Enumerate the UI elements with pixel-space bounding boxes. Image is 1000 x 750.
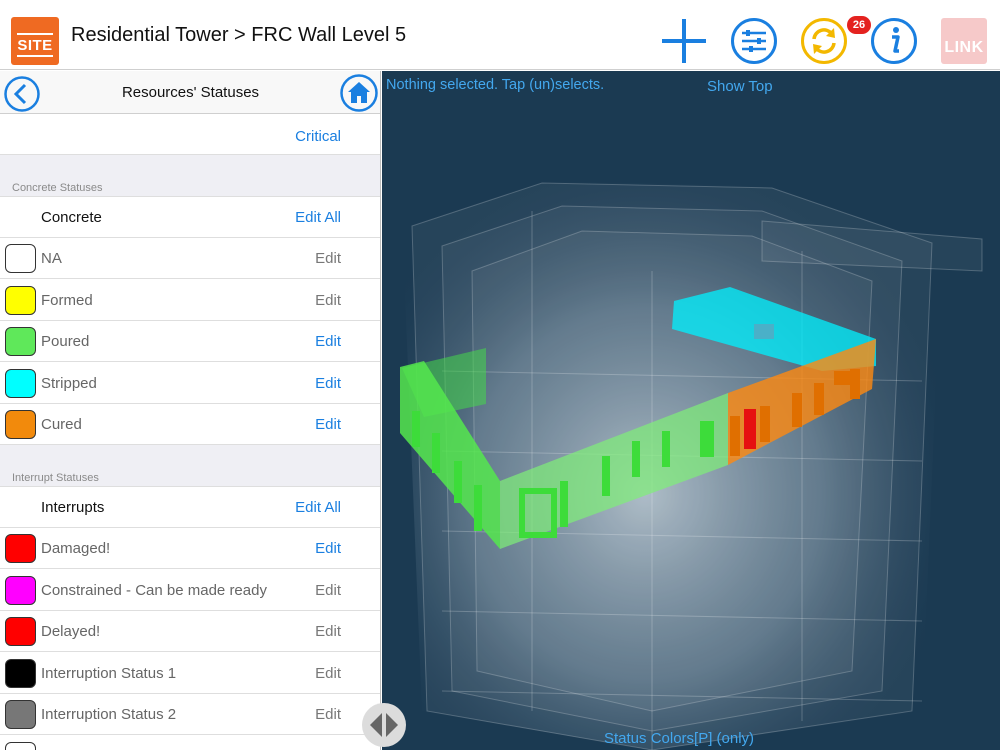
edit-status-button[interactable]: Edit [315,623,341,640]
status-row[interactable]: Interruption Status 2 Edit [0,694,380,735]
logo-text: SITE [17,37,53,54]
status-label: NA [41,250,62,267]
model-viewport[interactable]: Nothing selected. Tap (un)selects. Show … [382,71,1000,750]
edit-status-button[interactable]: Edit [315,416,341,433]
edit-status-button[interactable]: Edit [315,292,341,309]
edit-status-button[interactable]: Edit [315,333,341,350]
status-color-swatch[interactable] [5,244,36,273]
info-icon [871,18,917,64]
status-row[interactable]: Constrained - Can be made ready Edit [0,569,380,611]
sync-count-badge: 26 [847,16,871,34]
status-label: Stripped [41,374,97,392]
interrupt-section-header: Interrupt Statuses [0,445,380,487]
section-header-label: Interrupt Statuses [12,472,99,484]
status-label: Interruption Status 1 [41,664,177,682]
home-button[interactable] [340,74,378,112]
link-logo[interactable]: LINK [941,18,987,64]
concrete-section-header: Concrete Statuses [0,155,380,197]
info-button[interactable] [870,17,918,65]
top-bar: SITE Residential Tower > FRC Wall Level … [0,0,1000,70]
status-label: Constrained - Can be made ready [41,581,267,599]
status-swatch [5,742,36,750]
panel-nav-bar: Resources' Statuses [0,71,380,114]
logo-bar-top [17,33,53,35]
panel-collapse-handle[interactable] [362,703,406,747]
status-row[interactable]: Formed Edit [0,279,380,321]
sync-icon [801,18,847,64]
status-label: Formed [41,291,93,309]
status-row-partial [0,736,380,750]
status-row[interactable]: Poured Edit [0,321,380,362]
edit-status-button[interactable]: Edit [315,665,341,682]
critical-row[interactable]: Critical [0,114,380,155]
status-row[interactable]: NA Edit [0,238,380,279]
edit-status-button[interactable]: Edit [315,540,341,557]
group-label: Interrupts [41,499,105,516]
site-logo[interactable]: SITE [11,17,59,65]
filter-sliders-icon [731,18,777,64]
status-color-swatch[interactable] [5,700,36,729]
edit-status-button[interactable]: Edit [315,706,341,723]
sync-button[interactable] [800,17,848,65]
collapse-arrows-icon [370,713,398,737]
status-label: Poured [41,333,90,350]
status-color-swatch[interactable] [5,285,36,315]
edit-all-button[interactable]: Edit All [295,209,341,226]
home-icon [340,74,378,112]
status-row[interactable]: Cured Edit [0,404,380,445]
status-color-swatch[interactable] [5,575,36,605]
concrete-group-row: Concrete Edit All [0,197,380,238]
logo-bar-bottom [17,55,53,57]
status-label: Interruption Status 2 [41,706,177,723]
add-button[interactable] [660,17,708,65]
page-title: Residential Tower > FRC Wall Level 5 [71,24,407,46]
status-row[interactable]: Stripped Edit [0,362,380,404]
panel-title: Resources' Statuses [121,84,260,101]
critical-link[interactable]: Critical [295,128,341,145]
status-color-swatch[interactable] [5,534,36,563]
interrupts-group-row: Interrupts Edit All [0,487,380,528]
group-label: Concrete [41,209,102,226]
filter-button[interactable] [730,17,778,65]
edit-status-button[interactable]: Edit [315,582,341,599]
edit-all-button[interactable]: Edit All [295,499,341,516]
status-color-swatch[interactable] [5,327,36,356]
status-label: Delayed! [41,623,101,640]
status-color-swatch[interactable] [5,410,36,439]
status-label: Damaged! [41,540,111,557]
section-header-label: Concrete Statuses [12,182,103,194]
building-model-render [400,181,983,750]
status-row[interactable]: Interruption Status 1 Edit [0,652,380,694]
status-label: Cured [41,416,82,433]
edit-status-button[interactable]: Edit [315,375,341,392]
status-color-swatch[interactable] [5,658,36,688]
plus-icon [662,19,706,63]
edit-status-button[interactable]: Edit [315,250,341,267]
status-row[interactable]: Delayed! Edit [0,611,380,652]
status-color-swatch[interactable] [5,617,36,646]
status-colors-label[interactable]: Status Colors[P] (only) [604,730,754,747]
selection-status-text: Nothing selected. Tap (un)selects. [386,77,605,93]
show-top-button[interactable]: Show Top [707,78,773,95]
status-row[interactable]: Damaged! Edit [0,528,380,569]
statuses-panel: Resources' Statuses Critical Concrete St… [0,71,381,750]
status-color-swatch[interactable] [5,368,36,398]
